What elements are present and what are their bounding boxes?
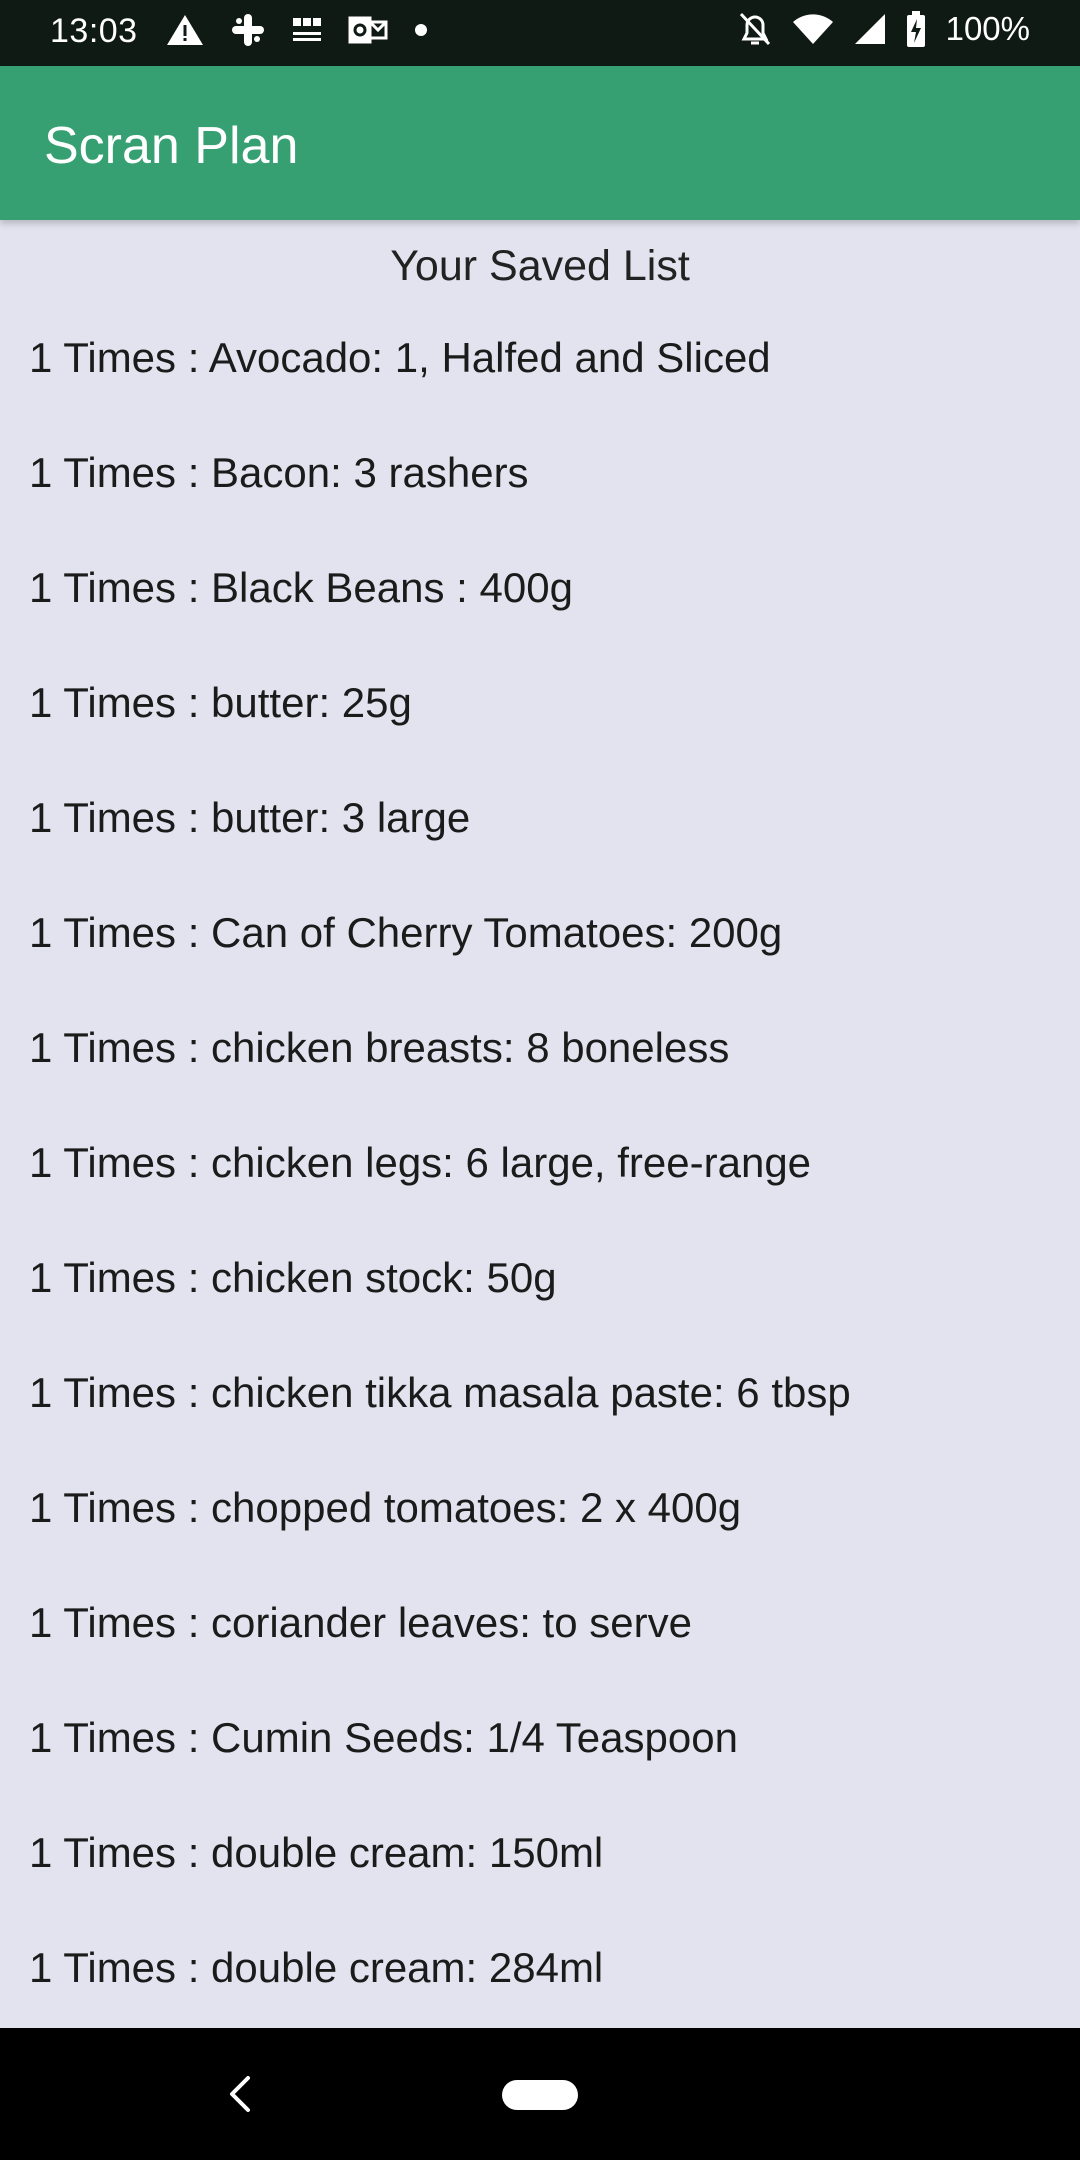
saved-list-screen[interactable]: Your Saved List 1 Times : Avocado: 1, Ha…: [0, 220, 1080, 2028]
home-pill-icon[interactable]: [502, 2080, 578, 2110]
list-item[interactable]: 1 Times : Cumin Seeds: 1/4 Teaspoon: [0, 1710, 1080, 1825]
navigation-bar: [0, 2028, 1080, 2160]
app-bar: Scran Plan: [0, 66, 1080, 220]
alarm-off-icon: [738, 11, 772, 47]
list-item[interactable]: 1 Times : coriander leaves: to serve: [0, 1595, 1080, 1710]
slack-icon: [230, 12, 266, 48]
system-icons: 100%: [718, 10, 1030, 48]
bbc-news-icon: [292, 16, 322, 44]
list-item[interactable]: 1 Times : chicken tikka masala paste: 6 …: [0, 1365, 1080, 1480]
list-item[interactable]: 1 Times : chicken stock: 50g: [0, 1250, 1080, 1365]
list-item[interactable]: 1 Times : chicken legs: 6 large, free-ra…: [0, 1135, 1080, 1250]
status-time: 13:03: [50, 12, 138, 50]
page-title: Your Saved List: [390, 242, 690, 290]
list-item[interactable]: 1 Times : double cream: 150ml: [0, 1825, 1080, 1940]
list-item[interactable]: 1 Times : Can of Cherry Tomatoes: 200g: [0, 905, 1080, 1020]
list-item[interactable]: 1 Times : chicken breasts: 8 boneless: [0, 1020, 1080, 1135]
app-title: Scran Plan: [44, 117, 299, 175]
notification-icons: [166, 12, 454, 48]
list-item[interactable]: 1 Times : butter: 25g: [0, 675, 1080, 790]
back-icon[interactable]: [224, 2072, 254, 2116]
outlook-icon: [348, 14, 388, 46]
list-item[interactable]: 1 Times : butter: 3 large: [0, 790, 1080, 905]
saved-list[interactable]: 1 Times : Avocado: 1, Halfed and Sliced …: [0, 330, 1080, 2028]
list-item[interactable]: 1 Times : double cream: 284ml: [0, 1940, 1080, 2028]
battery-percent: 100%: [945, 10, 1030, 47]
battery-charging-icon: [906, 11, 926, 47]
status-bar: 13:03 100%: [0, 0, 1080, 66]
list-item[interactable]: 1 Times : Bacon: 3 rashers: [0, 445, 1080, 560]
list-item[interactable]: 1 Times : chopped tomatoes: 2 x 400g: [0, 1480, 1080, 1595]
dot-icon: [414, 23, 428, 37]
wifi-icon: [792, 13, 834, 45]
signal-icon: [854, 13, 886, 45]
warning-icon: [166, 13, 204, 47]
list-item[interactable]: 1 Times : Black Beans : 400g: [0, 560, 1080, 675]
list-item[interactable]: 1 Times : Avocado: 1, Halfed and Sliced: [0, 330, 1080, 445]
